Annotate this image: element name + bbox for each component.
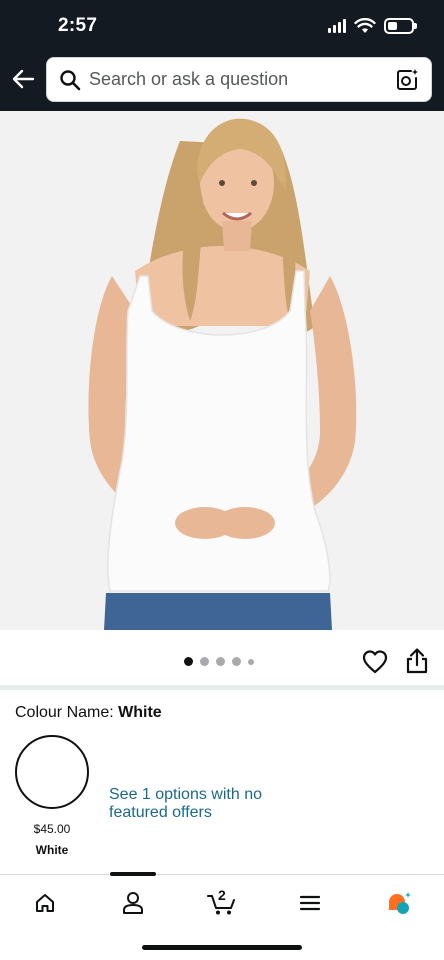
cellular-signal-icon bbox=[328, 19, 346, 33]
user-icon bbox=[123, 892, 143, 914]
share-icon[interactable] bbox=[404, 647, 430, 675]
nav-account[interactable] bbox=[111, 887, 155, 919]
battery-icon bbox=[384, 18, 417, 34]
back-button[interactable] bbox=[8, 64, 38, 94]
arrow-left-icon bbox=[12, 69, 35, 89]
menu-icon bbox=[299, 895, 321, 911]
status-time: 2:57 bbox=[58, 15, 98, 36]
home-indicator-bar bbox=[142, 945, 302, 950]
selected-colour-value: White bbox=[118, 704, 162, 721]
magnifier-icon bbox=[60, 69, 81, 90]
swatch-price: $45.00 bbox=[33, 822, 71, 836]
pagination-dot-1[interactable] bbox=[184, 657, 193, 666]
colour-name-label: Colour Name: White bbox=[15, 704, 162, 722]
image-pagination-dots[interactable] bbox=[184, 657, 254, 666]
product-image[interactable] bbox=[0, 111, 444, 630]
home-icon bbox=[36, 894, 54, 912]
bottom-navigation: 2 bbox=[0, 872, 444, 960]
colour-label-prefix: Colour Name: bbox=[15, 704, 114, 721]
cart-count-badge: 2 bbox=[218, 887, 226, 903]
nav-cart[interactable]: 2 bbox=[200, 887, 244, 919]
status-icons bbox=[328, 16, 417, 36]
pagination-dot-5[interactable] bbox=[248, 658, 254, 665]
pagination-dot-3[interactable] bbox=[216, 657, 225, 666]
wifi-icon bbox=[354, 18, 376, 33]
heart-outline-icon[interactable] bbox=[362, 649, 388, 675]
active-tab-indicator bbox=[110, 872, 156, 876]
search-input[interactable] bbox=[89, 58, 395, 101]
nav-home[interactable] bbox=[23, 887, 67, 919]
see-options-link[interactable]: See 1 options with no featured offers bbox=[109, 786, 269, 822]
section-divider bbox=[0, 685, 444, 690]
colour-swatch-white[interactable] bbox=[15, 735, 89, 809]
pagination-dot-4[interactable] bbox=[232, 657, 241, 666]
rufus-assistant-icon bbox=[389, 892, 411, 914]
nav-menu[interactable] bbox=[288, 887, 332, 919]
camera-sparkle-icon[interactable] bbox=[395, 68, 419, 92]
pagination-dot-2[interactable] bbox=[200, 657, 209, 666]
top-header: 2:57 bbox=[0, 0, 444, 111]
search-bar[interactable] bbox=[46, 57, 432, 102]
nav-rufus[interactable] bbox=[377, 887, 421, 919]
product-photo bbox=[0, 111, 444, 630]
gallery-controls bbox=[0, 630, 444, 688]
swatch-name: White bbox=[35, 843, 69, 857]
